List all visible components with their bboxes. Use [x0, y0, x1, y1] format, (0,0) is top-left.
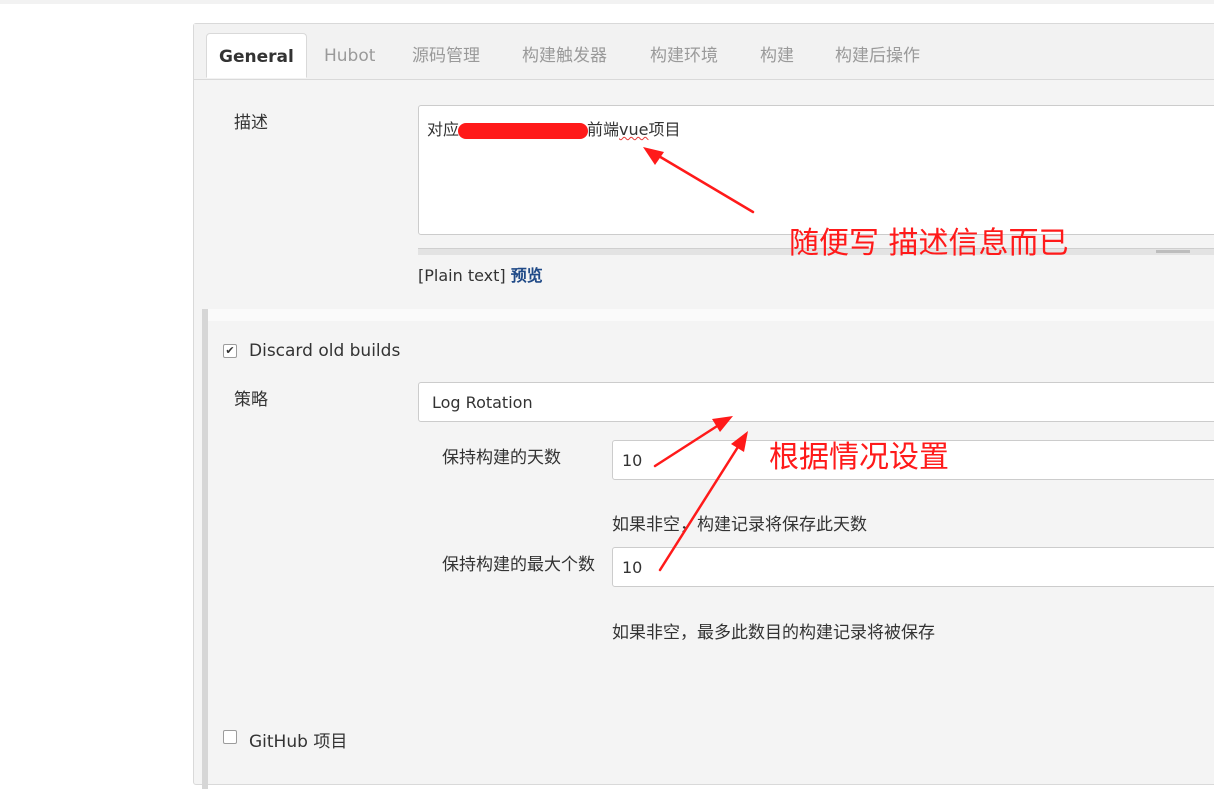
arrowhead-strategy: [712, 416, 733, 432]
arrow-to-description: [650, 150, 755, 214]
arrow-to-strategy: [653, 419, 727, 468]
arrowhead-max-builds: [731, 431, 748, 452]
arrowhead-description: [643, 147, 664, 165]
annotation-arrows: [643, 147, 755, 572]
arrow-to-max-builds: [658, 437, 745, 572]
